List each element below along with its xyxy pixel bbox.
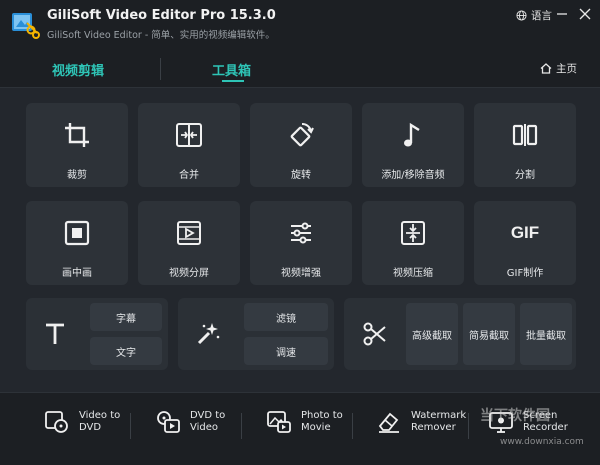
- title-bar: GiliSoft Video Editor Pro 15.3.0 GiliSof…: [0, 0, 600, 48]
- app-title: GiliSoft Video Editor Pro 15.3.0: [47, 8, 276, 23]
- tool-split[interactable]: 分割: [474, 103, 576, 187]
- photo-to-movie-button[interactable]: Photo to Movie: [266, 409, 343, 435]
- speed-button[interactable]: 调速: [244, 337, 328, 365]
- home-icon: [540, 63, 552, 74]
- language-button[interactable]: 语言: [516, 8, 552, 23]
- divider: [241, 413, 242, 439]
- cut-group: 高级截取 简易截取 批量截取: [344, 298, 576, 370]
- scissors-icon: [363, 322, 386, 346]
- home-label: 主页: [556, 63, 577, 75]
- tab-divider: [160, 58, 161, 80]
- app-subtitle: GiliSoft Video Editor - 简单、实用的视频编辑软件。: [47, 30, 275, 41]
- item-line2: Movie: [301, 422, 331, 433]
- tool-rotate[interactable]: 旋转: [250, 103, 352, 187]
- divider: [352, 413, 353, 439]
- video-to-dvd-icon: [45, 411, 68, 433]
- crop-icon: [60, 118, 94, 152]
- watermark-brand: 当下软件园: [480, 408, 550, 424]
- text-button[interactable]: 文字: [90, 337, 162, 365]
- close-button[interactable]: [577, 7, 593, 21]
- language-label: 语言: [531, 10, 552, 22]
- merge-icon: [172, 118, 206, 152]
- item-line2: Remover: [411, 422, 456, 433]
- split-icon: [508, 118, 542, 152]
- item-line1: Watermark: [411, 410, 467, 421]
- tool-split-screen[interactable]: 视频分屏: [138, 201, 240, 285]
- tool-picture-in-picture[interactable]: 画中画: [26, 201, 128, 285]
- item-line2: Video: [190, 422, 219, 433]
- split-screen-icon: [172, 216, 206, 250]
- tool-gif[interactable]: GIF GIF制作: [474, 201, 576, 285]
- watermark-url: www.downxia.com: [500, 437, 584, 447]
- tool-merge[interactable]: 合并: [138, 103, 240, 187]
- subtitle-button[interactable]: 字幕: [90, 303, 162, 331]
- filter-group: 滤镜 调速: [178, 298, 334, 370]
- divider: [130, 413, 131, 439]
- gif-icon: GIF: [508, 216, 542, 250]
- item-line1: Video to: [79, 410, 121, 421]
- rotate-icon: [284, 118, 318, 152]
- tab-bar: 视频剪辑 工具箱 主页: [0, 48, 600, 88]
- tool-label: 添加/移除音频: [381, 170, 445, 181]
- tool-label: 画中画: [62, 268, 92, 279]
- photo-to-movie-icon: [267, 411, 291, 433]
- home-button[interactable]: 主页: [540, 61, 577, 76]
- item-line2: DVD: [79, 422, 102, 433]
- tool-label: 分割: [515, 170, 535, 181]
- eraser-icon: [378, 412, 399, 433]
- dvd-to-video-button[interactable]: DVD to Video: [155, 409, 225, 435]
- filter-button[interactable]: 滤镜: [244, 303, 328, 331]
- tool-label: GIF制作: [506, 268, 544, 279]
- divider: [468, 413, 469, 439]
- globe-icon: [516, 10, 527, 21]
- picture-in-picture-icon: [60, 216, 94, 250]
- tab-video-edit[interactable]: 视频剪辑: [52, 60, 104, 79]
- bottom-toolbar: Video to DVD DVD to Video Photo to Movie Wa…: [0, 392, 600, 465]
- tool-label: 视频分屏: [169, 268, 209, 279]
- tool-label: 视频压缩: [393, 268, 433, 279]
- music-note-icon: [396, 118, 430, 152]
- text-t-icon: [46, 323, 64, 344]
- tool-label: 旋转: [291, 170, 311, 181]
- batch-cut-button[interactable]: 批量截取: [520, 303, 572, 365]
- simple-cut-button[interactable]: 简易截取: [463, 303, 515, 365]
- tool-audio[interactable]: 添加/移除音频: [362, 103, 464, 187]
- app-logo-icon: [12, 13, 40, 39]
- gif-glyph: GIF: [510, 223, 540, 242]
- tool-compress[interactable]: 视频压缩: [362, 201, 464, 285]
- magic-wand-icon: [197, 323, 220, 345]
- compress-icon: [396, 216, 430, 250]
- active-tab-indicator: [222, 80, 244, 82]
- video-to-dvd-button[interactable]: Video to DVD: [44, 409, 120, 435]
- tool-label: 合并: [179, 170, 199, 181]
- tab-toolbox[interactable]: 工具箱: [212, 60, 251, 79]
- tool-crop[interactable]: 裁剪: [26, 103, 128, 187]
- tool-label: 裁剪: [67, 170, 87, 181]
- item-line1: DVD to: [190, 410, 226, 421]
- minimize-button[interactable]: [554, 7, 570, 21]
- advanced-cut-button[interactable]: 高级截取: [406, 303, 458, 365]
- watermark-remover-button[interactable]: Watermark Remover: [376, 409, 466, 435]
- dvd-to-video-icon: [157, 411, 180, 433]
- tool-enhance[interactable]: 视频增强: [250, 201, 352, 285]
- item-line1: Photo to: [301, 410, 343, 421]
- tool-label: 视频增强: [281, 268, 321, 279]
- sliders-icon: [284, 216, 318, 250]
- text-group: 字幕 文字: [26, 298, 168, 370]
